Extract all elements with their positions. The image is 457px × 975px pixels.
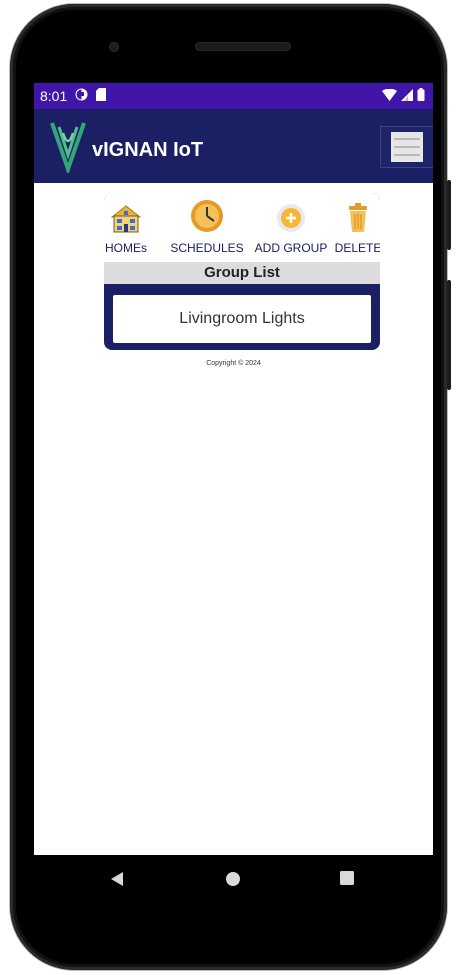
pocket-icon [75, 88, 88, 104]
front-camera [109, 42, 119, 52]
schedules-button[interactable]: SCHEDULES [170, 193, 244, 262]
sd-card-icon [96, 88, 107, 104]
add-group-label: ADD GROUP [254, 241, 328, 255]
action-toolbar: HOMEs SCHEDULES ADD GROUP DELETE [104, 193, 380, 262]
group-list-header: Group List [104, 262, 380, 284]
hamburger-menu-button[interactable] [380, 126, 433, 168]
add-circle-icon [276, 193, 306, 233]
add-group-button[interactable]: ADD GROUP [254, 193, 328, 262]
homes-label: HOMEs [105, 241, 147, 255]
status-bar: 8:01 [34, 83, 433, 109]
app-screen: 8:01 vIGNAN IoT HOMEs SCHEDULES ADD GROU… [34, 83, 433, 855]
recent-apps-icon[interactable] [340, 871, 354, 890]
wifi-icon [382, 88, 397, 104]
homes-button[interactable]: HOMEs [104, 193, 148, 262]
app-title: vIGNAN IoT [92, 138, 204, 161]
home-icon [110, 193, 142, 233]
hamburger-menu-icon [391, 132, 423, 162]
home-nav-icon[interactable] [225, 871, 241, 892]
copyright-text: Copyright © 2024 [206, 360, 261, 367]
app-bar: vIGNAN IoT [34, 109, 433, 183]
delete-button[interactable]: DELETE [334, 193, 380, 262]
trash-icon [347, 193, 369, 233]
clock-icon [190, 193, 224, 233]
signal-icon [401, 88, 413, 104]
delete-label: DELETE [334, 241, 380, 255]
vignan-logo-icon [48, 119, 88, 176]
power-button[interactable] [447, 180, 451, 250]
group-item-livingroom-lights[interactable]: Livingroom Lights [111, 293, 373, 345]
system-navigation-bar [34, 855, 433, 905]
battery-icon [417, 88, 425, 104]
status-time: 8:01 [40, 88, 68, 104]
earpiece-speaker [195, 42, 291, 51]
back-icon[interactable] [110, 871, 124, 892]
volume-button[interactable] [447, 280, 451, 390]
schedules-label: SCHEDULES [170, 241, 244, 255]
group-card: HOMEs SCHEDULES ADD GROUP DELETE Group L… [104, 193, 380, 350]
